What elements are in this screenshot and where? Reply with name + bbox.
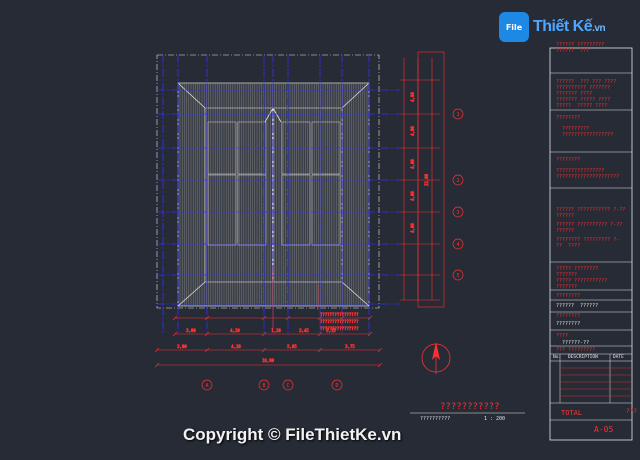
grid-bubble-label: 1 (456, 112, 459, 118)
rev-header-no: No. (553, 355, 562, 360)
tb-section7: ???????? (556, 313, 581, 319)
tb-section8: ???? (556, 333, 569, 339)
dimension-text: 1,20 (271, 328, 281, 333)
drawing-scale: 1 : 200 (484, 416, 506, 422)
dimension-text: 4,20 (231, 344, 241, 349)
dimension-text: 3,00 (177, 344, 187, 349)
rev-header-desc: DESCRIPTION (568, 355, 598, 360)
tb-section1: ?????????????????????????????????? (556, 115, 614, 138)
drawing-subtitle: ?????????? (420, 416, 451, 422)
tb-section3: ?????? ??????????? ?-?????????????? ????… (556, 207, 626, 249)
sheet-number: A-05 (594, 425, 614, 434)
tb-section4: ????? ???????????????????? ?????????????… (556, 266, 608, 290)
tb-block1: ?????? ??????????????? ??? (556, 42, 605, 54)
cad-canvas[interactable]: 3,00 4,20 1,20 3,45 3,153,00 4,20 5,85 3,7518,9… (0, 0, 640, 460)
dimension-text: 3,75 (345, 344, 355, 349)
total-label: TOTAL (561, 409, 583, 417)
drawing-title: ??????????? (440, 402, 500, 412)
grid-bubble-label: 3 (456, 210, 459, 216)
logo-domain: .vn (592, 23, 606, 34)
tb-section5: ???????? (556, 293, 581, 299)
annotation-text: ???????????????? (320, 326, 359, 331)
total-value: ??? (626, 408, 637, 415)
annotation-text: ???????????????? (320, 319, 359, 324)
dimension-text: 4,00 (410, 92, 415, 102)
grid-bubble-label: 4 (456, 242, 459, 248)
annotation-text: ???????????????? (320, 312, 359, 317)
logo-badge: File (499, 12, 529, 42)
dimension-text: 4,00 (410, 126, 415, 136)
logo-brand: Thiết Kế (533, 18, 593, 35)
tb-section6: ?????? ?????? (556, 303, 599, 309)
dimension-total-text: 18,90 (262, 358, 275, 363)
tb-section2: ????????????????????????????????????????… (556, 157, 620, 180)
logo-wordmark: Thiết Kế.vn (533, 18, 606, 36)
dimension-text: 5,85 (287, 344, 297, 349)
tb-section8-line: ??????-?? (562, 340, 590, 346)
north-arrow-icon (421, 342, 451, 374)
grid-bubble-label: A (205, 383, 208, 389)
dimension-total-text: 22,00 (424, 173, 429, 186)
grid-bubble-label: 5 (456, 273, 459, 279)
rev-header-date: DATE (613, 355, 624, 360)
dimension-text: 4,20 (230, 328, 240, 333)
site-logo: File Thiết Kế.vn (499, 12, 606, 42)
grid-bubble-label: D (335, 383, 338, 389)
copyright-watermark: Copyright © FileThietKe.vn (183, 425, 402, 444)
dimension-frame (417, 51, 445, 308)
grid-bubble-label: C (286, 383, 289, 389)
grid-bubble-label: 2 (456, 178, 459, 184)
tb-section7-value: ???????? (556, 321, 581, 327)
dimension-text: 4,00 (410, 191, 415, 201)
dimension-text: 3,00 (186, 328, 196, 333)
dimension-text: 4,00 (410, 159, 415, 169)
dimension-text: 4,00 (410, 223, 415, 233)
tb-project-name: ??? ????????? (556, 347, 596, 353)
dimension-text: 3,45 (299, 328, 309, 333)
grid-bubble-label: B (262, 383, 265, 389)
tb-block2: ?????? ??? ??? ?????????????? ??????????… (556, 79, 617, 109)
revision-rows (560, 367, 632, 397)
